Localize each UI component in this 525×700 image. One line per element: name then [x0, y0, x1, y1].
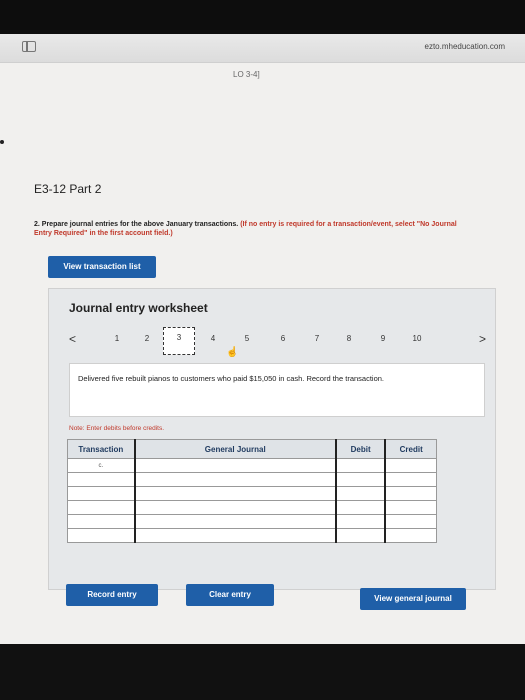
browser-toolbar: ezto.mheducation.com — [0, 34, 525, 63]
journal-table: Transaction General Journal Debit Credit… — [66, 439, 438, 543]
account-field[interactable] — [133, 486, 337, 501]
transaction-description: Delivered five rebuilt pianos to custome… — [78, 374, 385, 383]
page-3-active[interactable]: 3 — [163, 327, 195, 355]
debit-field[interactable] — [334, 472, 386, 487]
account-field[interactable] — [133, 514, 337, 529]
debit-field[interactable] — [334, 500, 386, 515]
credit-field[interactable] — [384, 514, 438, 529]
transaction-cell[interactable] — [66, 500, 136, 515]
screen-bezel — [0, 644, 525, 700]
account-field[interactable] — [133, 472, 337, 487]
credit-field[interactable] — [384, 486, 438, 501]
transaction-cell[interactable]: c. — [66, 458, 136, 473]
table-row — [66, 514, 438, 529]
page-4[interactable]: 4 — [205, 333, 221, 345]
table-row — [66, 472, 438, 487]
page-2[interactable]: 2 — [139, 333, 155, 345]
debit-field[interactable] — [334, 458, 386, 473]
transaction-description-box: Delivered five rebuilt pianos to custome… — [69, 363, 485, 417]
credit-field[interactable] — [384, 458, 438, 473]
debit-field[interactable] — [334, 514, 386, 529]
instructions: 2. Prepare journal entries for the above… — [34, 220, 474, 238]
page-8[interactable]: 8 — [341, 333, 357, 345]
account-field[interactable] — [133, 528, 337, 543]
prev-page-arrow-icon[interactable]: < — [69, 329, 76, 349]
table-row: c. — [66, 458, 438, 473]
transaction-cell[interactable] — [66, 528, 136, 543]
page-9[interactable]: 9 — [375, 333, 391, 345]
next-page-arrow-icon[interactable]: > — [479, 329, 486, 349]
transaction-cell[interactable] — [66, 472, 136, 487]
learning-objective-tag: LO 3-4] — [233, 70, 260, 79]
worksheet-pagination: < 1 2 3 4 5 6 7 8 9 10 > — [69, 327, 489, 355]
hand-cursor-icon: ☝ — [226, 347, 239, 358]
journal-table-header: Transaction General Journal Debit Credit — [66, 439, 438, 459]
browser-screen: ezto.mheducation.com LO 3-4] E3-12 Part … — [0, 34, 525, 644]
record-entry-button[interactable]: Record entry — [66, 584, 158, 606]
credit-field[interactable] — [384, 528, 438, 543]
col-debit: Debit — [334, 439, 386, 459]
page-10[interactable]: 10 — [409, 333, 425, 345]
table-row — [66, 486, 438, 501]
debit-credit-note: Note: Enter debits before credits. — [69, 425, 165, 432]
col-transaction: Transaction — [66, 439, 136, 459]
journal-entry-worksheet: Journal entry worksheet < 1 2 3 4 5 6 7 … — [48, 288, 496, 590]
debit-field[interactable] — [334, 528, 386, 543]
view-general-journal-button[interactable]: View general journal — [360, 588, 466, 610]
page-6[interactable]: 6 — [275, 333, 291, 345]
table-row — [66, 500, 438, 515]
page-title: E3-12 Part 2 — [34, 182, 102, 196]
account-field[interactable] — [133, 458, 337, 473]
view-transaction-list-button[interactable]: View transaction list — [48, 256, 156, 278]
instruction-main: 2. Prepare journal entries for the above… — [34, 221, 239, 228]
transaction-cell[interactable] — [66, 514, 136, 529]
debit-field[interactable] — [334, 486, 386, 501]
clear-entry-button[interactable]: Clear entry — [186, 584, 274, 606]
account-field[interactable] — [133, 500, 337, 515]
credit-field[interactable] — [384, 500, 438, 515]
worksheet-title: Journal entry worksheet — [69, 301, 208, 315]
transaction-cell[interactable] — [66, 486, 136, 501]
col-credit: Credit — [384, 439, 438, 459]
url-bar[interactable]: ezto.mheducation.com — [425, 42, 506, 51]
bullet-marker — [0, 140, 4, 144]
page-7[interactable]: 7 — [309, 333, 325, 345]
col-general-journal: General Journal — [133, 439, 337, 459]
page-5[interactable]: 5 — [239, 333, 255, 345]
tabs-icon[interactable] — [22, 41, 36, 52]
table-row — [66, 528, 438, 543]
page-1[interactable]: 1 — [109, 333, 125, 345]
credit-field[interactable] — [384, 472, 438, 487]
